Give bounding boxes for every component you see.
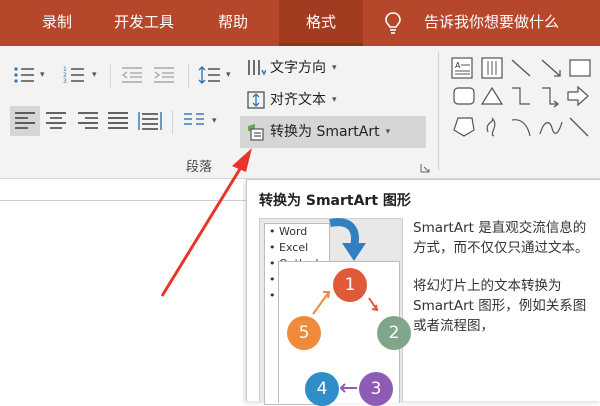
annotation-arrow xyxy=(160,148,252,297)
